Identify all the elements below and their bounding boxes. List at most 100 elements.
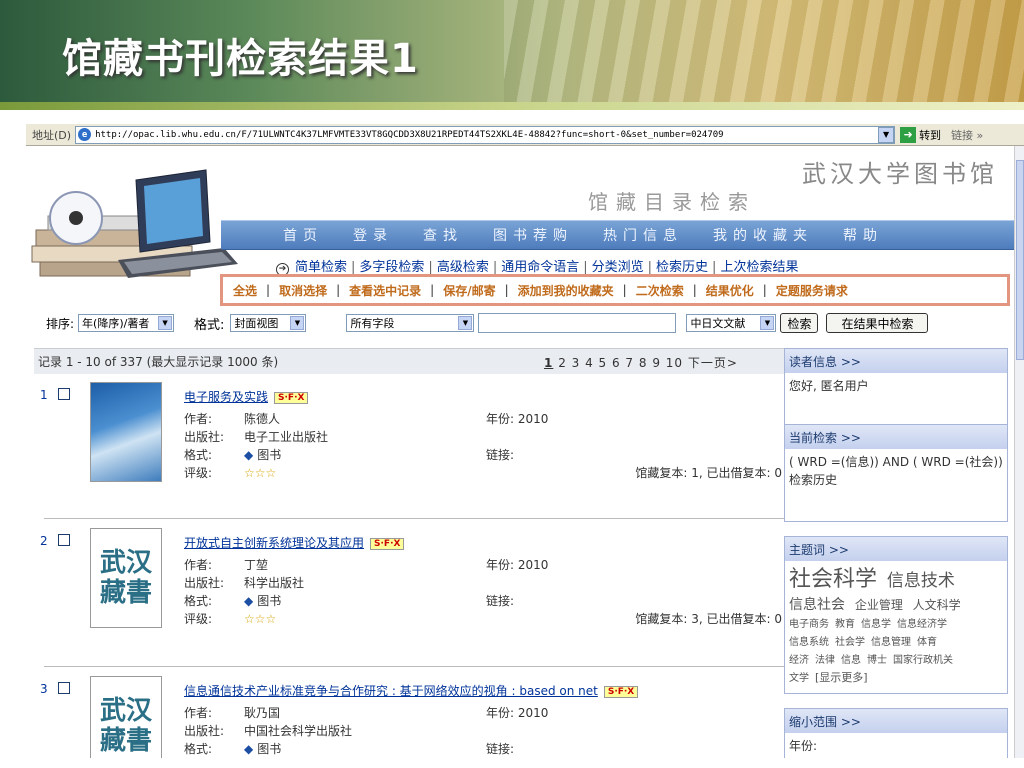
sdi-request-button[interactable]: 定题服务请求	[776, 282, 848, 299]
sfx-button[interactable]: S·F·X	[370, 537, 405, 550]
url-input[interactable]: e http://opac.lib.whu.edu.cn/F/71ULWNTC4…	[75, 125, 896, 144]
vertical-scrollbar[interactable]	[1014, 146, 1024, 758]
go-button[interactable]: ➜ 转到	[900, 126, 941, 143]
view-selected-button[interactable]: 查看选中记录	[349, 282, 421, 299]
sub-nav: ➔ 简单检索 | 多字段检索 | 高级检索 | 通用命令语言 | 分类浏览 | 检索历史 | 上次检索结果	[276, 256, 798, 276]
nav-home[interactable]: 首页	[283, 225, 323, 245]
chevron-down-icon: ▼	[290, 316, 305, 330]
nav-recommend[interactable]: 图书荐购	[493, 225, 573, 245]
show-more-link[interactable]: [显示更多]	[815, 671, 868, 684]
slide-title: 馆藏书刊检索结果1	[62, 36, 419, 82]
format-select[interactable]: 封面视图 ▼	[230, 314, 307, 332]
book-cover[interactable]	[90, 382, 162, 482]
search-within-button[interactable]: 在结果中检索	[826, 313, 929, 333]
sfx-button[interactable]: S·F·X	[274, 391, 309, 404]
subject-tag[interactable]: 信息社会	[789, 597, 845, 613]
nav-login[interactable]: 登录	[353, 225, 393, 245]
record-title[interactable]: 电子服务及实践 S·F·X	[184, 388, 309, 405]
search-input[interactable]	[478, 313, 677, 333]
slide-header: 馆藏书刊检索结果1	[0, 0, 1024, 110]
subnav-advanced[interactable]: 高级检索	[437, 260, 489, 275]
book-cover[interactable]: 武汉藏書	[90, 676, 162, 758]
scrollbar-thumb[interactable]	[1016, 160, 1024, 360]
subject-tag[interactable]: 信息	[841, 655, 861, 666]
search-button[interactable]: 检索	[780, 313, 819, 333]
nav-hot[interactable]: 热门信息	[603, 225, 683, 245]
rating-stars[interactable]: ☆☆☆	[244, 466, 276, 480]
subject-tag[interactable]: 博士	[867, 655, 887, 666]
subnav-simple[interactable]: 简单检索	[295, 260, 347, 275]
current-query-header[interactable]: 当前检索 >>	[785, 425, 1007, 449]
diamond-icon: ◆	[244, 448, 254, 462]
field-select[interactable]: 所有字段 ▼	[346, 314, 475, 332]
subnav-ccl[interactable]: 通用命令语言	[501, 260, 579, 275]
result-record: 3 武汉藏書 信息通信技术产业标准竞争与合作研究 : 基于网络效应的视角 : b…	[34, 676, 784, 758]
select-all-button[interactable]: 全选	[233, 282, 257, 299]
nav-favorites[interactable]: 我的收藏夹	[713, 225, 813, 245]
deselect-button[interactable]: 取消选择	[279, 282, 327, 299]
sfx-button[interactable]: S·F·X	[603, 685, 639, 698]
year-label: 年份:	[486, 412, 515, 426]
diamond-icon: ◆	[244, 742, 254, 756]
url-text: http://opac.lib.whu.edu.cn/F/71ULWNTC4K3…	[95, 129, 724, 140]
subject-panel: 主题词 >> 社会科学 信息技术 信息社会 企业管理 人文科学 电子商务 教育 信息…	[784, 536, 1008, 694]
subnav-multi[interactable]: 多字段检索	[359, 260, 424, 275]
subject-tag[interactable]: 法律	[815, 655, 835, 666]
subject-tag[interactable]: 企业管理	[855, 598, 903, 612]
rating-row: 评级: ☆☆☆	[184, 464, 276, 481]
history-link[interactable]: 检索历史	[789, 471, 1003, 489]
reader-info-header[interactable]: 读者信息 >>	[785, 349, 1007, 373]
author-label: 作者:	[184, 706, 213, 720]
language-value: 中日文文献	[690, 317, 746, 330]
subject-tag[interactable]: 国家行政机关	[893, 655, 953, 666]
subject-tag[interactable]: 人文科学	[913, 598, 961, 612]
subject-tag[interactable]: 社会学	[835, 637, 865, 648]
save-mail-button[interactable]: 保存/邮寄	[443, 282, 495, 299]
nav-find[interactable]: 查找	[423, 225, 463, 245]
subnav-history[interactable]: 检索历史	[656, 260, 708, 275]
add-favorites-button[interactable]: 添加到我的收藏夹	[518, 282, 614, 299]
record-checkbox[interactable]	[58, 388, 70, 400]
subject-header[interactable]: 主题词 >>	[785, 537, 1007, 561]
subject-tag[interactable]: 电子商务	[789, 619, 829, 630]
next-page-link[interactable]: 下一页>	[688, 356, 738, 370]
narrow-header[interactable]: 缩小范围 >>	[785, 709, 1007, 733]
header-background-art	[504, 0, 1024, 102]
rating-stars[interactable]: ☆☆☆	[244, 612, 276, 626]
book-cover[interactable]: 武汉藏書	[90, 528, 162, 628]
nav-help[interactable]: 帮助	[843, 225, 883, 245]
record-title[interactable]: 开放式自主创新系统理论及其应用 S·F·X	[184, 534, 405, 551]
refine-search-button[interactable]: 二次检索	[636, 282, 684, 299]
reader-info-panel: 读者信息 >> 您好, 匿名用户	[784, 348, 1008, 430]
sort-select[interactable]: 年(降序)/著者 ▼	[78, 314, 175, 332]
year-field: 年份: 2010	[486, 556, 548, 573]
record-title[interactable]: 信息通信技术产业标准竞争与合作研究 : 基于网络效应的视角 : based on…	[184, 682, 639, 699]
page-current[interactable]: 1	[544, 356, 553, 370]
subject-tag[interactable]: 体育	[917, 637, 937, 648]
chevron-down-icon: ▼	[458, 316, 473, 330]
subject-tag[interactable]: 信息系统	[789, 637, 829, 648]
holdings-info[interactable]: 馆藏复本: 3, 已出借复本: 0	[635, 610, 782, 627]
optimize-results-button[interactable]: 结果优化	[706, 282, 754, 299]
record-checkbox[interactable]	[58, 682, 70, 694]
subject-tag[interactable]: 信息学	[861, 619, 891, 630]
subject-tag[interactable]: 信息技术	[887, 571, 955, 591]
subject-tag[interactable]: 经济	[789, 655, 809, 666]
subnav-browse[interactable]: 分类浏览	[592, 260, 644, 275]
publisher-row: 出版社: 科学出版社	[184, 574, 304, 591]
subject-tag[interactable]: 信息管理	[871, 637, 911, 648]
subject-tag[interactable]: 文学	[789, 673, 809, 684]
language-select[interactable]: 中日文文献 ▼	[686, 314, 777, 332]
subject-tag[interactable]: 教育	[835, 619, 855, 630]
page-links[interactable]: 2 3 4 5 6 7 8 9 10	[558, 356, 683, 370]
subject-tag[interactable]: 社会科学	[789, 567, 877, 592]
links-menu[interactable]: 链接 »	[951, 127, 983, 143]
subnav-last-result[interactable]: 上次检索结果	[720, 260, 798, 275]
holdings-info[interactable]: 馆藏复本: 1, 已出借复本: 0	[635, 464, 782, 481]
url-dropdown-icon[interactable]: ▼	[878, 126, 895, 143]
publisher-label: 出版社:	[184, 724, 225, 738]
subject-tag[interactable]: 信息经济学	[897, 619, 947, 630]
record-checkbox[interactable]	[58, 534, 70, 546]
format-row-value: 图书	[257, 742, 282, 756]
year-value: 2010	[517, 412, 549, 426]
